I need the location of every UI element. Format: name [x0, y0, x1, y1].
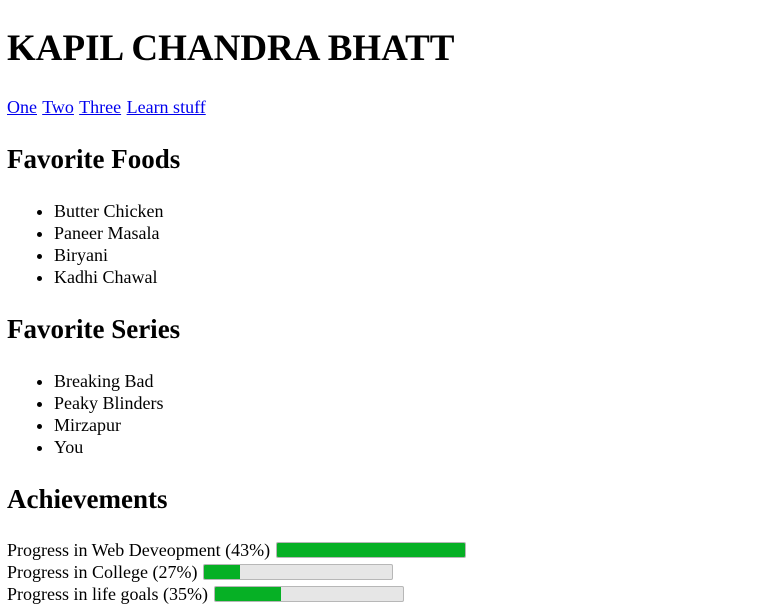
foods-heading: Favorite Foods	[7, 144, 181, 174]
achievements-heading: Achievements	[7, 484, 168, 514]
list-item: Mirzapur	[54, 414, 164, 436]
nav-link-learn-stuff[interactable]: Learn stuff	[127, 97, 206, 117]
list-item: Butter Chicken	[54, 200, 163, 222]
list-item: Breaking Bad	[54, 370, 164, 392]
progress-bar	[203, 564, 394, 580]
nav-link-three[interactable]: Three	[79, 97, 121, 117]
foods-list: Butter Chicken Paneer Masala Biryani Kad…	[7, 200, 163, 288]
series-list: Breaking Bad Peaky Blinders Mirzapur You	[7, 370, 164, 458]
nav-link-two[interactable]: Two	[42, 97, 74, 117]
progress-bar	[213, 586, 404, 602]
list-item: Peaky Blinders	[54, 392, 164, 414]
progress-label: Progress in Web Deveopment (43%)	[7, 540, 271, 560]
list-item: You	[54, 436, 164, 458]
progress-row-college: Progress in College (27%)	[7, 561, 394, 583]
progress-bar-fill	[214, 587, 281, 601]
progress-bar-fill	[277, 543, 466, 557]
list-item: Paneer Masala	[54, 222, 163, 244]
progress-label: Progress in College (27%)	[7, 562, 198, 582]
progress-bar	[276, 542, 467, 558]
page-title: KAPIL CHANDRA BHATT	[7, 28, 455, 69]
list-item: Biryani	[54, 244, 163, 266]
series-heading: Favorite Series	[7, 314, 181, 344]
progress-row-web-development: Progress in Web Deveopment (43%)	[7, 539, 467, 561]
nav-link-one[interactable]: One	[7, 97, 37, 117]
list-item: Kadhi Chawal	[54, 266, 163, 288]
progress-label: Progress in life goals (35%)	[7, 584, 208, 604]
nav-bar: One Two Three Learn stuff	[7, 96, 207, 118]
progress-row-life-goals: Progress in life goals (35%)	[7, 583, 404, 605]
progress-bar-fill	[204, 565, 241, 579]
